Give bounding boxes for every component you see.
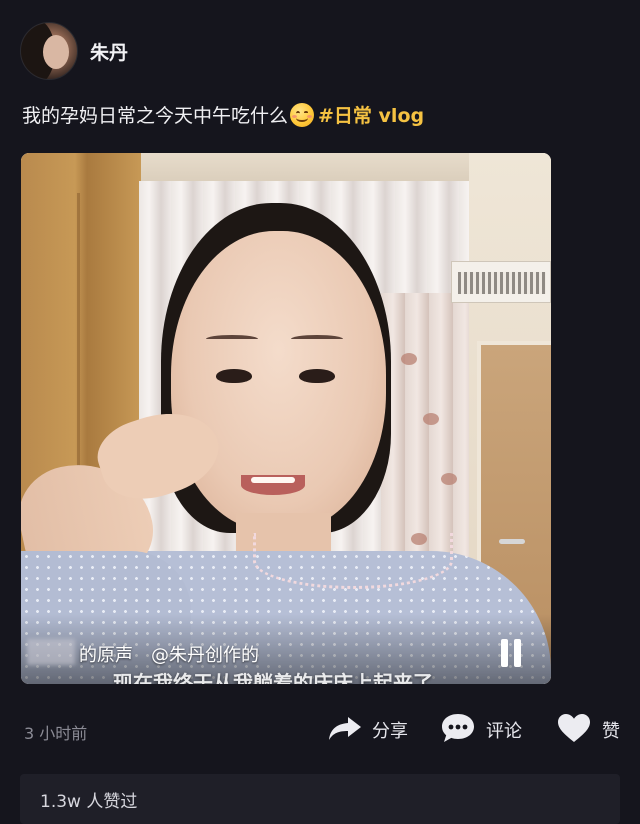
like-button[interactable]: 赞	[556, 712, 620, 748]
hashtag-link[interactable]: #日常 vlog	[318, 101, 424, 128]
avatar[interactable]	[20, 22, 78, 80]
music-label[interactable]: 的原声 @朱丹创作的	[79, 641, 259, 667]
post-header: 朱丹	[20, 22, 128, 80]
share-arrow-icon	[328, 715, 362, 746]
comment-bubble-icon	[440, 712, 476, 749]
post-time: 3 小时前	[24, 724, 88, 743]
action-bar: 3 小时前 分享 评论 赞	[0, 708, 640, 752]
share-label: 分享	[372, 721, 408, 742]
comment-button[interactable]: 评论	[440, 712, 522, 748]
comment-label: 评论	[486, 721, 522, 742]
pause-icon[interactable]	[499, 639, 523, 667]
share-button[interactable]: 分享	[328, 712, 408, 748]
video-player[interactable]: 的原声 @朱丹创作的 现在我终于从我躺着的床床上起来了	[21, 153, 551, 684]
music-cover-thumbnail[interactable]	[27, 639, 75, 665]
likes-summary-bar[interactable]: 1.3w 人赞过	[20, 774, 620, 824]
post-page: 朱丹 我的孕妈日常之今天中午吃什么 #日常 vlog 的原声 @朱丹创作的 现在…	[0, 0, 640, 824]
heart-icon	[556, 712, 592, 749]
smiling-face-emoji-icon	[290, 102, 315, 127]
like-label: 赞	[602, 721, 620, 742]
video-subtitle: 现在我终于从我躺着的床床上起来了	[113, 671, 433, 684]
post-caption: 我的孕妈日常之今天中午吃什么 #日常 vlog	[22, 101, 424, 128]
likes-summary: 1.3w 人赞过	[40, 792, 138, 812]
username[interactable]: 朱丹	[90, 38, 128, 65]
caption-text: 我的孕妈日常之今天中午吃什么	[22, 105, 289, 127]
